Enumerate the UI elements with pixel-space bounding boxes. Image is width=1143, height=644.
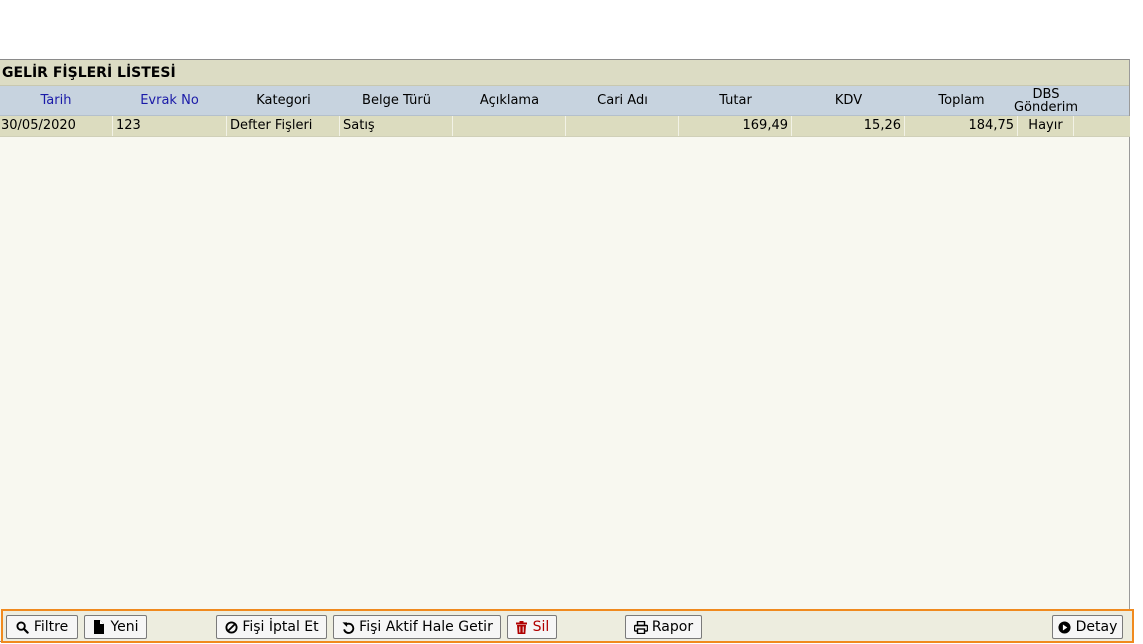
action-toolbar: Filtre Yeni Fişi İptal Et Fişi Aktif Hal…	[1, 609, 1134, 643]
detail-button[interactable]: Detay	[1052, 615, 1123, 639]
file-icon	[92, 620, 106, 634]
column-header-document-no[interactable]: Evrak No	[113, 86, 226, 115]
table-row[interactable]: 30/05/2020 123 Defter Fişleri Satış 169,…	[0, 116, 1130, 137]
cell-document-type: Satış	[340, 116, 453, 136]
table-header: Tarih Evrak No Kategori Belge Türü Açıkl…	[0, 86, 1129, 116]
cancel-receipt-button[interactable]: Fişi İptal Et	[216, 615, 327, 639]
column-header-amount[interactable]: Tutar	[679, 86, 792, 115]
cell-document-no: 123	[113, 116, 227, 136]
play-circle-icon	[1058, 620, 1072, 634]
delete-button[interactable]: Sil	[507, 615, 557, 639]
cell-category: Defter Fişleri	[227, 116, 340, 136]
undo-icon	[341, 620, 355, 634]
panel-title: GELİR FİŞLERİ LİSTESİ	[0, 60, 1129, 86]
detail-button-label: Detay	[1075, 619, 1118, 635]
column-header-account-name[interactable]: Cari Adı	[566, 86, 679, 115]
column-header-description[interactable]: Açıklama	[453, 86, 566, 115]
new-button[interactable]: Yeni	[84, 615, 147, 639]
cell-account-name	[566, 116, 679, 136]
new-button-label: Yeni	[110, 619, 139, 635]
cell-description	[453, 116, 566, 136]
column-header-dbs-line2: Gönderim	[1013, 99, 1079, 115]
column-header-dbs-sent[interactable]: DBS Gönderim	[1014, 86, 1078, 115]
trash-icon	[515, 620, 529, 634]
print-icon	[633, 620, 648, 634]
income-receipts-panel: GELİR FİŞLERİ LİSTESİ Tarih Evrak No Kat…	[0, 59, 1130, 642]
cell-amount: 169,49	[679, 116, 792, 136]
column-header-total[interactable]: Toplam	[905, 86, 1018, 115]
column-header-category[interactable]: Kategori	[227, 86, 340, 115]
cancel-receipt-button-label: Fişi İptal Et	[242, 619, 319, 635]
report-button[interactable]: Rapor	[625, 615, 702, 639]
column-header-vat[interactable]: KDV	[792, 86, 905, 115]
activate-receipt-button-label: Fişi Aktif Hale Getir	[359, 619, 493, 635]
cell-total: 184,75	[905, 116, 1018, 136]
cell-dbs-sent: Hayır	[1018, 116, 1074, 136]
ban-icon	[224, 620, 238, 634]
column-header-dbs-line1: DBS	[1032, 86, 1060, 102]
cell-date: 30/05/2020	[0, 116, 113, 136]
search-icon	[16, 620, 30, 634]
filter-button[interactable]: Filtre	[6, 615, 78, 639]
filter-button-label: Filtre	[33, 619, 69, 635]
cell-vat: 15,26	[792, 116, 905, 136]
column-header-document-type[interactable]: Belge Türü	[340, 86, 453, 115]
column-header-date[interactable]: Tarih	[0, 86, 112, 115]
activate-receipt-button[interactable]: Fişi Aktif Hale Getir	[333, 615, 501, 639]
delete-button-label: Sil	[532, 619, 550, 635]
report-button-label: Rapor	[651, 619, 694, 635]
